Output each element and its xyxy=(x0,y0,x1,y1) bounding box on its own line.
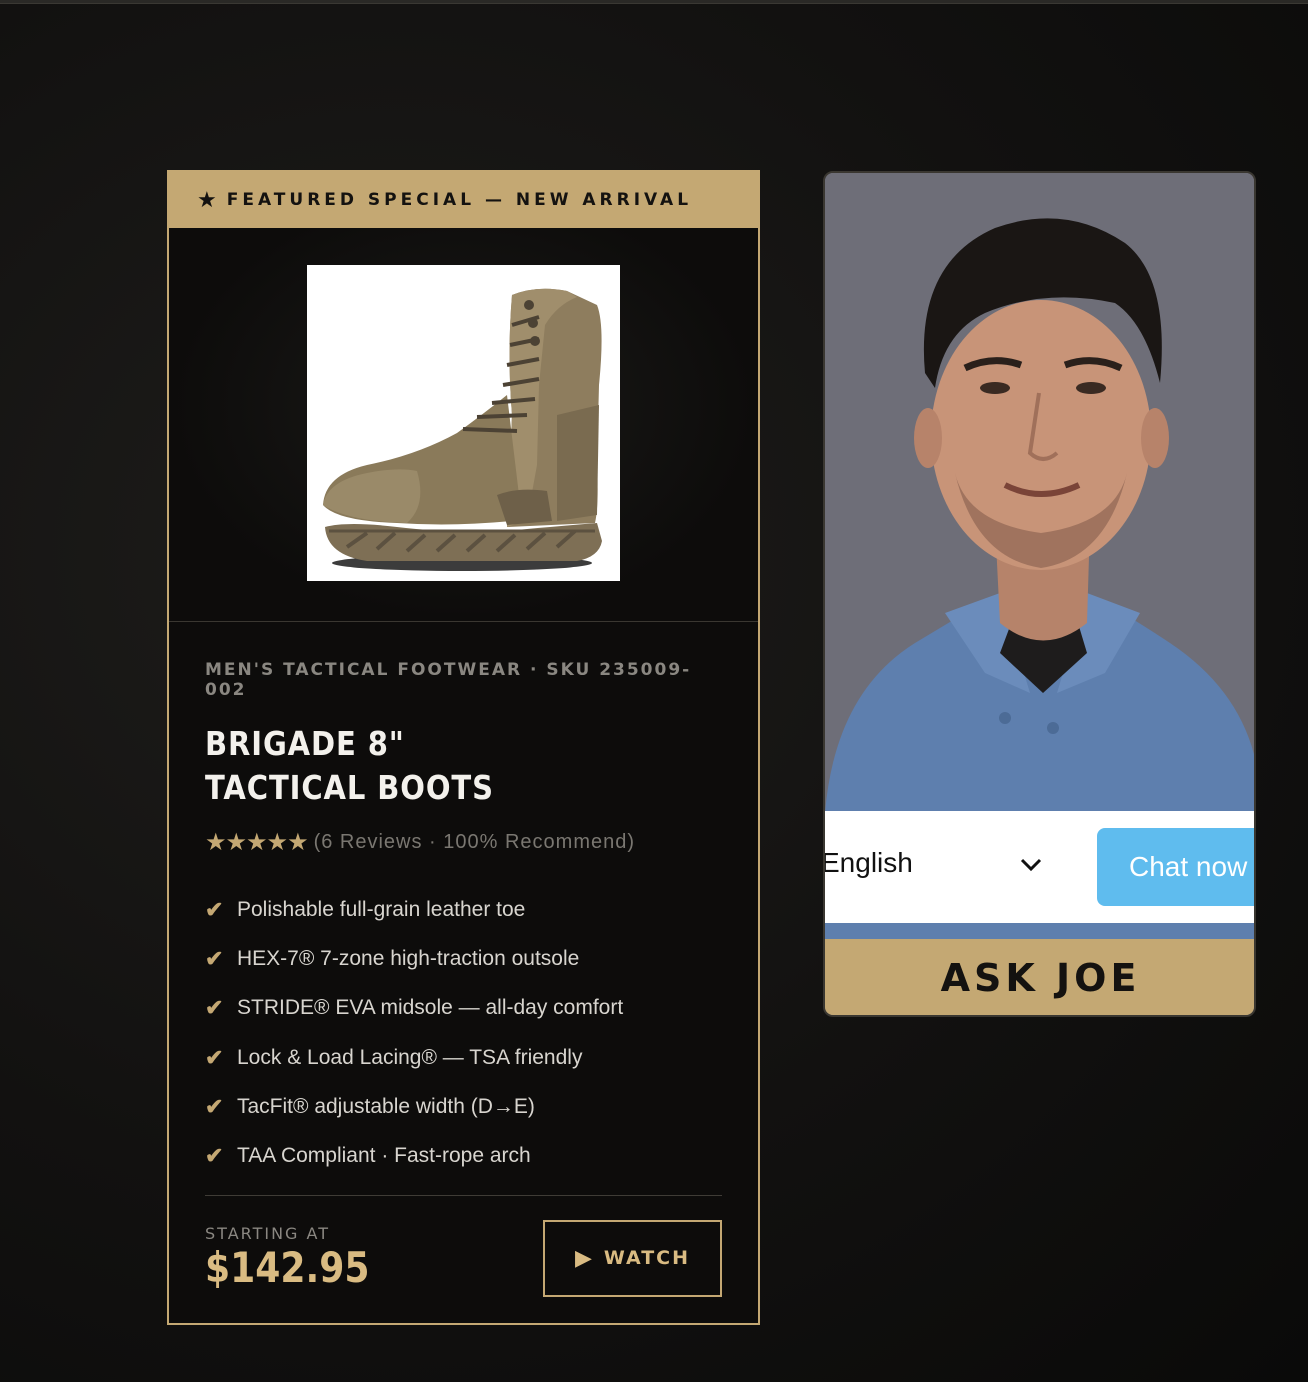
product-details: MEN'S TACTICAL FOOTWEAR · SKU 235009-002… xyxy=(169,622,758,1297)
product-image-area xyxy=(169,228,758,622)
list-item: ✔ Polishable full-grain leather toe xyxy=(205,885,722,934)
product-title: BRIGADE 8" TACTICAL BOOTS xyxy=(205,722,660,810)
product-title-line2: TACTICAL BOOTS xyxy=(205,768,494,807)
watch-button[interactable]: ▶ WATCH xyxy=(543,1219,722,1297)
check-icon: ✔ xyxy=(205,1143,224,1169)
ask-joe-button[interactable]: ASK JOE xyxy=(825,939,1254,1015)
product-image[interactable] xyxy=(307,265,620,581)
top-border xyxy=(0,0,1308,4)
featured-banner: ★ FEATURED SPECIAL — NEW ARRIVAL xyxy=(169,172,758,228)
chat-now-button[interactable]: Chat now xyxy=(1097,828,1254,906)
product-category: MEN'S TACTICAL FOOTWEAR · SKU 235009-002 xyxy=(205,660,692,700)
tactical-boot-image xyxy=(323,288,602,571)
ask-joe-widget: English Chat now ASK JOE xyxy=(823,171,1256,1017)
feature-text: Polishable full-grain leather toe xyxy=(237,897,526,921)
banner-text: FEATURED SPECIAL — NEW ARRIVAL xyxy=(226,190,693,210)
chat-controls: English Chat now xyxy=(825,811,1254,923)
price-block: STARTING AT $142.95 xyxy=(205,1220,396,1297)
list-item: ✔ STRIDE® EVA midsole — all-day comfort xyxy=(205,984,722,1033)
feature-text: Lock & Load Lacing® — TSA friendly xyxy=(237,1045,583,1069)
product-card: ★ FEATURED SPECIAL — NEW ARRIVAL MEN'S T… xyxy=(167,170,760,1325)
price-value: $142.95 xyxy=(205,1242,370,1292)
list-item: ✔ TacFit® adjustable width (D→E) xyxy=(205,1082,722,1131)
check-icon: ✔ xyxy=(205,995,224,1021)
price-label: STARTING AT xyxy=(205,1223,331,1243)
check-icon: ✔ xyxy=(205,1044,224,1070)
list-item: ✔ TAA Compliant · Fast-rope arch xyxy=(205,1131,722,1180)
feature-text: TAA Compliant · Fast-rope arch xyxy=(237,1144,531,1168)
chevron-down-icon[interactable] xyxy=(1019,857,1043,873)
price-divider xyxy=(205,1194,722,1196)
product-title-line1: BRIGADE 8" xyxy=(205,724,405,763)
play-icon: ▶ xyxy=(574,1245,592,1271)
product-rating[interactable]: ★★★★★ (6 Reviews · 100% Recommend) xyxy=(205,828,722,857)
price-row: STARTING AT $142.95 ▶ WATCH xyxy=(205,1219,722,1297)
list-item: ✔ HEX-7® 7-zone high-traction outsole xyxy=(205,934,722,983)
check-icon: ✔ xyxy=(205,896,224,922)
language-select[interactable]: English xyxy=(825,847,913,879)
list-item: ✔ Lock & Load Lacing® — TSA friendly xyxy=(205,1033,722,1082)
check-icon: ✔ xyxy=(205,1093,224,1119)
feature-text: STRIDE® EVA midsole — all-day comfort xyxy=(237,996,624,1020)
feature-text: TacFit® adjustable width (D→E) xyxy=(237,1094,535,1118)
rating-stars-icon: ★★★★★ xyxy=(205,829,309,856)
watch-label: WATCH xyxy=(603,1247,691,1270)
star-icon: ★ xyxy=(197,187,217,213)
reviews-link[interactable]: (6 Reviews · 100% Recommend) xyxy=(314,831,635,854)
feature-text: HEX-7® 7-zone high-traction outsole xyxy=(237,946,580,970)
feature-list: ✔ Polishable full-grain leather toe ✔ HEX-… xyxy=(205,885,722,1181)
check-icon: ✔ xyxy=(205,945,224,971)
